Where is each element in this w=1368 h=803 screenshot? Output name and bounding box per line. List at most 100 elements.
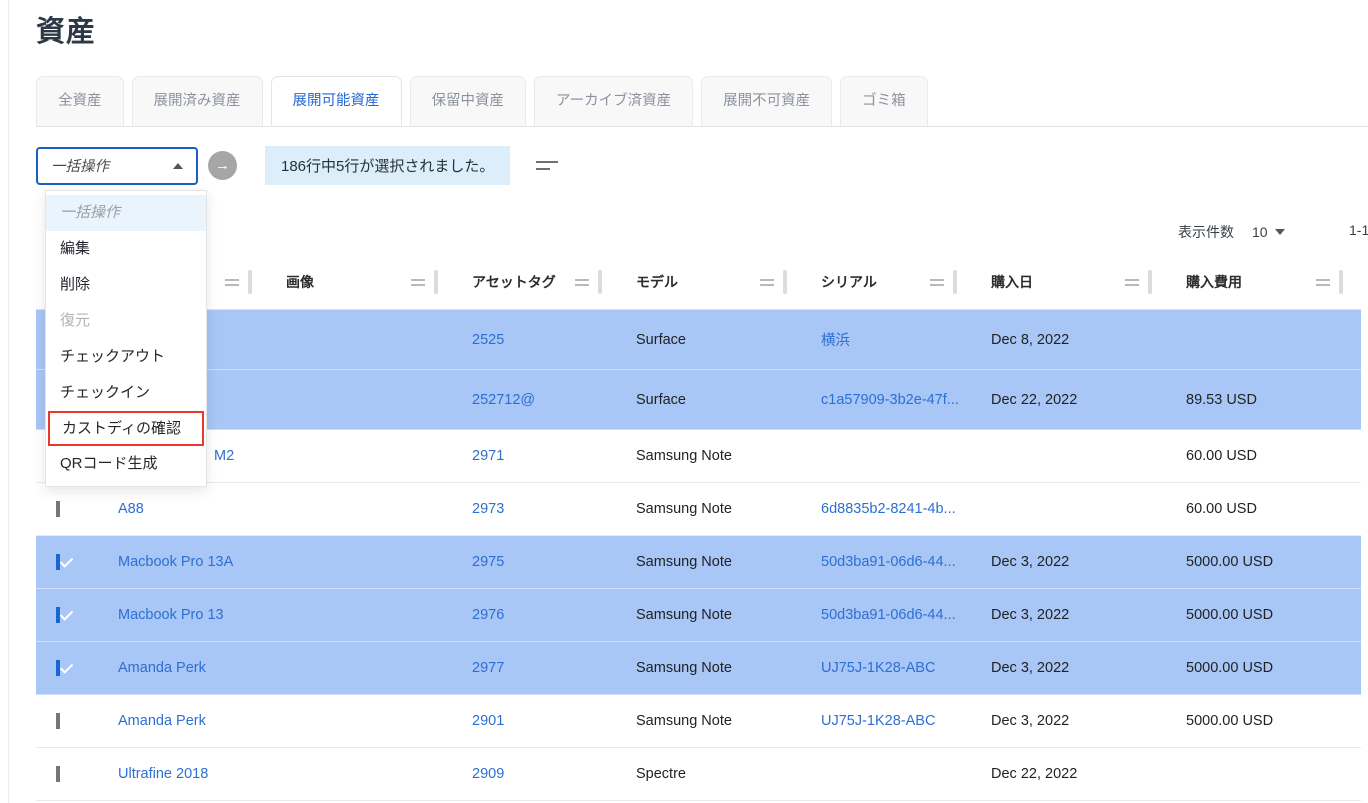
column-divider bbox=[1339, 270, 1343, 294]
table-row[interactable]: M2 2971 Samsung Note 60.00 USD bbox=[36, 430, 1361, 483]
cell-serial[interactable]: 50d3ba91-06d6-44... bbox=[805, 607, 975, 623]
row-checkbox[interactable] bbox=[56, 766, 60, 782]
bulk-actions-go-button[interactable]: → bbox=[208, 151, 237, 180]
cell-model: Samsung Note bbox=[620, 607, 805, 623]
column-menu-icon[interactable] bbox=[575, 279, 589, 286]
menu-item-bulk-actions: 一括操作 bbox=[46, 195, 206, 231]
cell-name[interactable]: A88 bbox=[102, 501, 270, 517]
column-divider bbox=[598, 270, 602, 294]
row-checkbox[interactable] bbox=[56, 501, 60, 517]
filter-lines-icon[interactable] bbox=[536, 161, 558, 170]
tab-pending-assets[interactable]: 保留中資産 bbox=[410, 76, 527, 126]
cell-model: Samsung Note bbox=[620, 713, 805, 729]
assets-table: 画像 アセットタグ モデル シリアル 購入日 購入費用 2525 Surface bbox=[36, 255, 1361, 801]
column-menu-icon[interactable] bbox=[1316, 279, 1330, 286]
column-divider bbox=[953, 270, 957, 294]
row-checkbox[interactable] bbox=[56, 660, 60, 676]
cell-asset-tag[interactable]: 2525 bbox=[456, 332, 620, 348]
column-menu-icon[interactable] bbox=[760, 279, 774, 286]
column-menu-icon[interactable] bbox=[930, 279, 944, 286]
cell-name[interactable]: Amanda Perk bbox=[102, 713, 270, 729]
table-row[interactable]: Ultrafine 2018 2909 Spectre Dec 22, 2022 bbox=[36, 748, 1361, 801]
cell-serial[interactable]: UJ75J-1K28-ABC bbox=[805, 713, 975, 729]
arrow-right-icon: → bbox=[215, 157, 230, 174]
bulk-actions-select-value: 一括操作 bbox=[51, 155, 109, 176]
cell-serial[interactable]: 50d3ba91-06d6-44... bbox=[805, 554, 975, 570]
table-row[interactable]: Amanda Perk 2901 Samsung Note UJ75J-1K28… bbox=[36, 695, 1361, 748]
bulk-actions-toolbar: 一括操作 → 186行中5行が選択されました。 bbox=[36, 146, 558, 185]
menu-item-edit[interactable]: 編集 bbox=[46, 231, 206, 267]
cell-asset-tag[interactable]: 2973 bbox=[456, 501, 620, 517]
header-purchase-cost-column[interactable]: 購入費用 bbox=[1170, 270, 1361, 294]
tab-bar: 全資産 展開済み資産 展開可能資産 保留中資産 アーカイブ済資産 展開不可資産 … bbox=[36, 76, 1368, 127]
cell-name[interactable]: Macbook Pro 13A bbox=[102, 554, 270, 570]
cell-serial[interactable]: UJ75J-1K28-ABC bbox=[805, 660, 975, 676]
tab-undeployable-assets[interactable]: 展開不可資産 bbox=[701, 76, 832, 126]
cell-purchase-cost: 89.53 USD bbox=[1170, 392, 1361, 408]
menu-item-delete[interactable]: 削除 bbox=[46, 267, 206, 303]
panel-edge bbox=[8, 0, 9, 803]
cell-purchase-cost: 5000.00 USD bbox=[1170, 660, 1361, 676]
header-serial-column[interactable]: シリアル bbox=[805, 270, 975, 294]
chevron-down-icon[interactable] bbox=[1275, 229, 1285, 235]
row-checkbox[interactable] bbox=[56, 554, 60, 570]
cell-asset-tag[interactable]: 2901 bbox=[456, 713, 620, 729]
bulk-actions-select[interactable]: 一括操作 bbox=[36, 147, 198, 185]
cell-model: Samsung Note bbox=[620, 448, 805, 464]
header-image-column[interactable]: 画像 bbox=[270, 270, 456, 294]
table-row[interactable]: A88 2973 Samsung Note 6d8835b2-8241-4b..… bbox=[36, 483, 1361, 536]
table-row[interactable]: Amanda Perk 2977 Samsung Note UJ75J-1K28… bbox=[36, 642, 1361, 695]
row-checkbox[interactable] bbox=[56, 713, 60, 729]
cell-purchase-cost: 60.00 USD bbox=[1170, 448, 1361, 464]
cell-model: Samsung Note bbox=[620, 501, 805, 517]
menu-item-restore: 復元 bbox=[46, 303, 206, 339]
cell-asset-tag[interactable]: 252712@ bbox=[456, 392, 620, 408]
column-menu-icon[interactable] bbox=[411, 279, 425, 286]
column-menu-icon[interactable] bbox=[225, 279, 239, 286]
column-divider bbox=[1148, 270, 1152, 294]
cell-asset-tag[interactable]: 2977 bbox=[456, 660, 620, 676]
cell-model: Surface bbox=[620, 332, 805, 348]
cell-purchase-date: Dec 3, 2022 bbox=[975, 554, 1170, 570]
chevron-up-icon bbox=[173, 163, 183, 169]
cell-serial[interactable]: 横浜 bbox=[805, 329, 975, 350]
cell-asset-tag[interactable]: 2976 bbox=[456, 607, 620, 623]
cell-name[interactable]: Ultrafine 2018 bbox=[102, 766, 270, 782]
cell-asset-tag[interactable]: 2971 bbox=[456, 448, 620, 464]
page-size-value[interactable]: 10 bbox=[1252, 224, 1268, 240]
cell-name[interactable]: Amanda Perk bbox=[102, 660, 270, 676]
menu-item-generate-qr[interactable]: QRコード生成 bbox=[46, 446, 206, 482]
table-header-row: 画像 アセットタグ モデル シリアル 購入日 購入費用 bbox=[36, 255, 1361, 310]
header-asset-tag-column[interactable]: アセットタグ bbox=[456, 270, 620, 294]
tab-all-assets[interactable]: 全資産 bbox=[36, 76, 124, 126]
row-checkbox[interactable] bbox=[56, 607, 60, 623]
table-row[interactable]: 252712@ Surface c1a57909-3b2e-47f... Dec… bbox=[36, 370, 1361, 430]
column-divider bbox=[434, 270, 438, 294]
table-row[interactable]: Macbook Pro 13 2976 Samsung Note 50d3ba9… bbox=[36, 589, 1361, 642]
header-purchase-date-column[interactable]: 購入日 bbox=[975, 270, 1170, 294]
table-row[interactable]: 2525 Surface 横浜 Dec 8, 2022 bbox=[36, 310, 1361, 370]
cell-model: Surface bbox=[620, 392, 805, 408]
tab-archived-assets[interactable]: アーカイブ済資産 bbox=[534, 76, 693, 126]
cell-name[interactable]: Macbook Pro 13 bbox=[102, 607, 270, 623]
page-size-label: 表示件数 bbox=[1178, 222, 1234, 242]
table-row[interactable]: Macbook Pro 13A 2975 Samsung Note 50d3ba… bbox=[36, 536, 1361, 589]
cell-asset-tag[interactable]: 2975 bbox=[456, 554, 620, 570]
bulk-actions-menu: 一括操作 編集 削除 復元 チェックアウト チェックイン カストディの確認 QR… bbox=[45, 190, 207, 487]
menu-item-confirm-custody[interactable]: カストディの確認 bbox=[48, 411, 204, 446]
tab-trash[interactable]: ゴミ箱 bbox=[840, 76, 928, 126]
tab-deployable-assets[interactable]: 展開可能資産 bbox=[271, 76, 402, 126]
header-model-column[interactable]: モデル bbox=[620, 270, 805, 294]
cell-serial[interactable]: 6d8835b2-8241-4b... bbox=[805, 501, 975, 517]
page-size-control: 表示件数 10 bbox=[1178, 222, 1285, 242]
column-menu-icon[interactable] bbox=[1125, 279, 1139, 286]
menu-item-checkin[interactable]: チェックイン bbox=[46, 375, 206, 411]
tab-deployed-assets[interactable]: 展開済み資産 bbox=[132, 76, 263, 126]
menu-item-checkout[interactable]: チェックアウト bbox=[46, 339, 206, 375]
cell-model: Spectre bbox=[620, 766, 805, 782]
page-title: 資産 bbox=[36, 8, 96, 50]
cell-purchase-date: Dec 8, 2022 bbox=[975, 332, 1170, 348]
column-divider bbox=[783, 270, 787, 294]
cell-serial[interactable]: c1a57909-3b2e-47f... bbox=[805, 392, 975, 408]
cell-asset-tag[interactable]: 2909 bbox=[456, 766, 620, 782]
